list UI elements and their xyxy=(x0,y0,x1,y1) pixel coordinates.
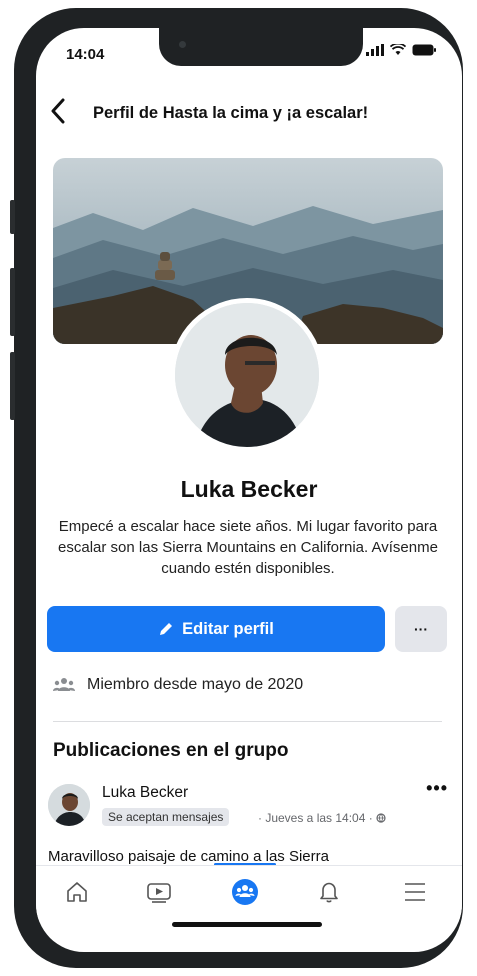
post-author-avatar[interactable] xyxy=(48,784,90,826)
profile-avatar[interactable] xyxy=(170,298,324,452)
profile-bio: Empecé a escalar hace siete años. Mi lug… xyxy=(58,518,438,577)
video-icon xyxy=(147,883,171,903)
tab-video[interactable] xyxy=(134,874,184,910)
tab-menu[interactable] xyxy=(390,874,440,910)
page-title: Perfil de Hasta la cima y ¡a escalar! xyxy=(93,104,369,122)
bottom-tab-bar xyxy=(36,865,462,922)
edit-profile-button[interactable]: Editar perfil xyxy=(47,606,385,652)
tab-notifications[interactable] xyxy=(304,874,354,910)
post-author-photo xyxy=(48,784,90,826)
status-icons xyxy=(366,44,436,56)
post-timestamp: · Jueves a las 14:04 · xyxy=(258,811,373,825)
phone-mute-switch xyxy=(10,200,15,234)
people-icon xyxy=(53,678,75,691)
member-since-text: Miembro desde mayo de 2020 xyxy=(87,676,304,693)
phone-screen: 14:04 Perfil de Hasta la cima y ¡a escal… xyxy=(36,28,462,952)
globe-icon xyxy=(376,813,386,823)
camera-notch xyxy=(159,28,363,66)
battery-icon xyxy=(412,44,436,56)
pencil-icon xyxy=(160,623,173,635)
messages-accepted-badge: Se aceptan mensajes xyxy=(102,808,230,826)
divider xyxy=(53,721,442,722)
back-arrow-icon[interactable] xyxy=(50,98,66,124)
tab-groups[interactable] xyxy=(220,874,270,910)
post-more-options-icon[interactable]: ••• xyxy=(426,778,448,799)
home-indicator[interactable] xyxy=(172,922,322,927)
status-time: 14:04 xyxy=(66,46,105,63)
profile-photo xyxy=(175,303,319,447)
edit-profile-label: Editar perfil xyxy=(182,619,274,638)
signal-icon xyxy=(366,44,384,56)
phone-volume-up-button xyxy=(10,268,15,336)
top-navigation: Perfil de Hasta la cima y ¡a escalar! xyxy=(36,94,462,134)
post-author-name[interactable]: Luka Becker xyxy=(102,784,188,802)
member-since-row: Miembro desde mayo de 2020 xyxy=(53,676,303,694)
home-icon xyxy=(67,882,87,902)
phone-volume-down-button xyxy=(10,352,15,420)
post-meta: · Jueves a las 14:04 · xyxy=(258,811,386,825)
post-text: Maravilloso paisaje de camino a las Sier… xyxy=(48,848,329,865)
posts-section-title: Publicaciones en el grupo xyxy=(53,740,289,761)
profile-name: Luka Becker xyxy=(180,476,318,502)
groups-icon xyxy=(232,879,258,905)
bell-icon xyxy=(320,882,338,903)
tab-home[interactable] xyxy=(52,874,102,910)
wifi-icon xyxy=(390,44,406,55)
more-options-button[interactable]: ··· xyxy=(395,606,447,652)
menu-icon xyxy=(405,883,425,901)
